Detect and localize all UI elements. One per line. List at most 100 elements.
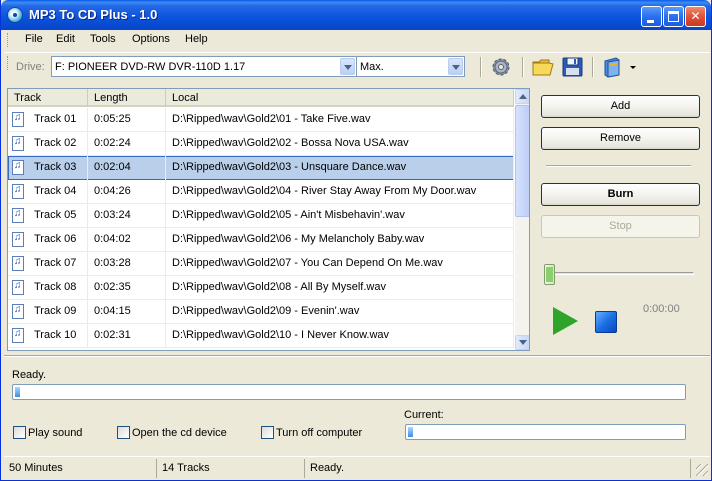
audio-file-icon <box>12 304 24 319</box>
divider <box>546 165 691 167</box>
position-slider-track[interactable] <box>549 272 694 275</box>
menu-bar: File Edit Tools Options Help <box>4 30 710 50</box>
menu-edit[interactable]: Edit <box>56 33 75 45</box>
cell-local: D:\Ripped\wav\Gold2\02 - Bossa Nova USA.… <box>166 132 514 156</box>
add-button[interactable]: Add <box>541 95 700 118</box>
close-icon: ✕ <box>690 9 701 23</box>
position-slider-thumb[interactable] <box>544 264 555 285</box>
remove-button[interactable]: Remove <box>541 127 700 150</box>
audio-file-icon <box>12 160 24 175</box>
audio-file-icon <box>12 256 24 271</box>
menu-file[interactable]: File <box>25 33 43 45</box>
column-header-length[interactable]: Length <box>88 89 166 107</box>
app-cd-icon[interactable] <box>7 7 23 23</box>
dropdown-arrow-icon[interactable] <box>628 56 638 78</box>
play-sound-label[interactable]: Play sound <box>28 427 82 439</box>
toolbar: Drive: F: PIONEER DVD-RW DVR-110D 1.17 M… <box>4 52 710 80</box>
table-row[interactable]: Track 080:02:35D:\Ripped\wav\Gold2\08 - … <box>8 276 514 300</box>
vertical-scrollbar[interactable] <box>515 89 529 350</box>
table-row[interactable]: Track 090:04:15D:\Ripped\wav\Gold2\09 - … <box>8 300 514 324</box>
cell-local: D:\Ripped\wav\Gold2\04 - River Stay Away… <box>166 180 514 204</box>
playback-time: 0:00:00 <box>643 303 680 315</box>
cell-length: 0:02:31 <box>88 324 166 348</box>
cell-local: D:\Ripped\wav\Gold2\08 - All By Myself.w… <box>166 276 514 300</box>
open-cd-checkbox[interactable] <box>117 426 130 439</box>
cell-local: D:\Ripped\wav\Gold2\10 - I Never Know.wa… <box>166 324 514 348</box>
audio-file-icon <box>12 136 24 151</box>
minimize-button[interactable] <box>641 6 662 27</box>
window-title: MP3 To CD Plus - 1.0 <box>29 7 158 22</box>
gear-icon[interactable] <box>489 56 513 78</box>
column-header-local[interactable]: Local <box>166 89 514 107</box>
minimize-icon <box>647 20 654 23</box>
scroll-down-button[interactable] <box>515 335 529 350</box>
scroll-thumb[interactable] <box>515 105 529 217</box>
cell-track: Track 02 <box>30 132 88 156</box>
cell-local: D:\Ripped\wav\Gold2\06 - My Melancholy B… <box>166 228 514 252</box>
table-row[interactable]: Track 040:04:26D:\Ripped\wav\Gold2\04 - … <box>8 180 514 204</box>
cell-length: 0:04:02 <box>88 228 166 252</box>
table-row[interactable]: Track 050:03:24D:\Ripped\wav\Gold2\05 - … <box>8 204 514 228</box>
menu-options[interactable]: Options <box>132 33 170 45</box>
cell-length: 0:02:35 <box>88 276 166 300</box>
play-sound-checkbox[interactable] <box>13 426 26 439</box>
open-cd-label[interactable]: Open the cd device <box>132 427 227 439</box>
stop-icon[interactable] <box>595 311 617 333</box>
title-bar[interactable]: MP3 To CD Plus - 1.0 ✕ <box>1 0 711 30</box>
cell-track: Track 04 <box>30 180 88 204</box>
cell-length: 0:03:28 <box>88 252 166 276</box>
table-row[interactable]: Track 020:02:24D:\Ripped\wav\Gold2\02 - … <box>8 132 514 156</box>
status-tracks: 14 Tracks <box>156 459 304 478</box>
cell-length: 0:04:15 <box>88 300 166 324</box>
close-button[interactable]: ✕ <box>685 6 706 27</box>
drive-select-value: F: PIONEER DVD-RW DVR-110D 1.17 <box>55 61 246 73</box>
turn-off-label[interactable]: Turn off computer <box>276 427 362 439</box>
maximize-icon <box>668 11 679 22</box>
scroll-up-button[interactable] <box>515 89 529 104</box>
table-row[interactable]: Track 060:04:02D:\Ripped\wav\Gold2\06 - … <box>8 228 514 252</box>
speed-select-value: Max. <box>360 61 384 73</box>
current-progress-fill <box>408 427 413 437</box>
folder-open-icon[interactable] <box>531 56 555 78</box>
toolbar-grip[interactable] <box>7 56 10 70</box>
cell-length: 0:02:04 <box>88 156 166 180</box>
menu-grip[interactable] <box>7 33 10 47</box>
current-progress-bar <box>405 424 686 440</box>
table-row[interactable]: Track 010:05:25D:\Ripped\wav\Gold2\01 - … <box>8 108 514 132</box>
table-row[interactable]: Track 030:02:04D:\Ripped\wav\Gold2\03 - … <box>8 156 514 180</box>
main-window: MP3 To CD Plus - 1.0 ✕ File Edit Tools O… <box>0 0 712 481</box>
audio-file-icon <box>12 232 24 247</box>
cell-track: Track 09 <box>30 300 88 324</box>
table-row[interactable]: Track 100:02:31D:\Ripped\wav\Gold2\10 - … <box>8 324 514 348</box>
audio-file-icon <box>12 328 24 343</box>
cell-length: 0:03:24 <box>88 204 166 228</box>
maximize-button[interactable] <box>663 6 684 27</box>
cell-track: Track 01 <box>30 108 88 132</box>
play-icon[interactable] <box>553 307 578 335</box>
cd-case-icon[interactable] <box>602 56 626 78</box>
status-bar: 50 Minutes 14 Tracks Ready. <box>4 456 710 478</box>
overall-progress-fill <box>15 387 20 397</box>
cell-track: Track 08 <box>30 276 88 300</box>
chevron-down-icon[interactable] <box>448 58 463 75</box>
cell-local: D:\Ripped\wav\Gold2\03 - Unsquare Dance.… <box>166 156 514 180</box>
chevron-down-icon[interactable] <box>340 58 355 75</box>
menu-help[interactable]: Help <box>185 33 208 45</box>
save-disk-icon[interactable] <box>561 56 585 78</box>
stop-button: Stop <box>541 215 700 238</box>
cell-track: Track 10 <box>30 324 88 348</box>
status-minutes: 50 Minutes <box>9 462 63 474</box>
cell-local: D:\Ripped\wav\Gold2\09 - Evenin'.wav <box>166 300 514 324</box>
audio-file-icon <box>12 184 24 199</box>
column-header-track[interactable]: Track <box>8 89 88 107</box>
turn-off-checkbox[interactable] <box>261 426 274 439</box>
drive-select[interactable]: F: PIONEER DVD-RW DVR-110D 1.17 <box>51 56 357 77</box>
speed-select[interactable]: Max. <box>356 56 465 77</box>
divider <box>4 355 710 357</box>
track-list[interactable]: Track Length Local Track 010:05:25D:\Rip… <box>7 88 530 351</box>
resize-grip[interactable] <box>696 464 708 476</box>
menu-tools[interactable]: Tools <box>90 33 116 45</box>
table-row[interactable]: Track 070:03:28D:\Ripped\wav\Gold2\07 - … <box>8 252 514 276</box>
cell-length: 0:04:26 <box>88 180 166 204</box>
burn-button[interactable]: Burn <box>541 183 700 206</box>
